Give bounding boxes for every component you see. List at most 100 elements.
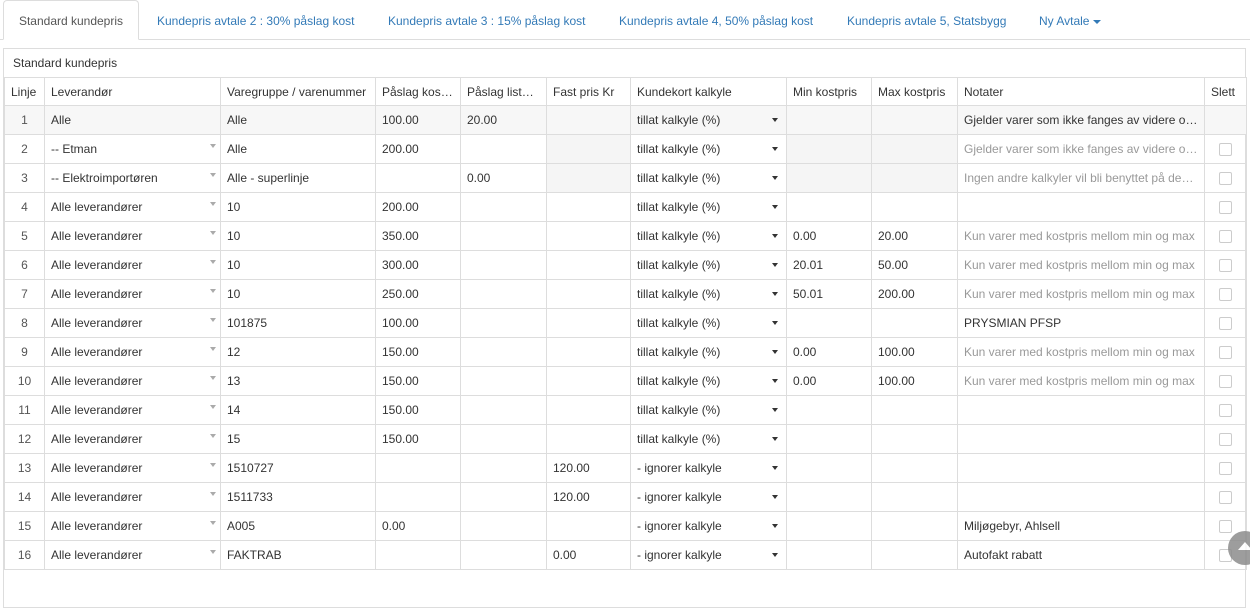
cell-kalkyle-select[interactable]: tillat kalkyle (%) bbox=[630, 308, 787, 338]
cell-max-kostpris-input[interactable] bbox=[871, 482, 958, 512]
cell-min-kostpris-input[interactable] bbox=[786, 105, 872, 135]
cell-notater-input[interactable]: Kun varer med kostpris mellom min og max bbox=[957, 250, 1205, 280]
cell-min-kostpris-input[interactable]: 20.01 bbox=[786, 250, 872, 280]
cell-notater-input[interactable]: Kun varer med kostpris mellom min og max bbox=[957, 221, 1205, 251]
cell-min-kostpris-input[interactable] bbox=[786, 482, 872, 512]
cell-min-kostpris-input[interactable] bbox=[786, 308, 872, 338]
cell-varegruppe-input[interactable]: 13 bbox=[220, 366, 376, 396]
cell-kalkyle-select[interactable]: - ignorer kalkyle bbox=[630, 540, 787, 570]
cell-varegruppe-input[interactable]: 1511733 bbox=[220, 482, 376, 512]
delete-checkbox[interactable] bbox=[1219, 462, 1232, 476]
cell-paslag-liste-input[interactable] bbox=[460, 279, 547, 309]
cell-min-kostpris-input[interactable] bbox=[786, 511, 872, 541]
cell-paslag-liste-input[interactable] bbox=[460, 250, 547, 280]
cell-paslag-liste-input[interactable] bbox=[460, 424, 547, 454]
cell-paslag-liste-input[interactable]: 0.00 bbox=[460, 163, 547, 193]
cell-paslag-kost-input[interactable] bbox=[375, 482, 461, 512]
cell-max-kostpris-input[interactable] bbox=[871, 453, 958, 483]
cell-max-kostpris-input[interactable] bbox=[871, 105, 958, 135]
delete-checkbox[interactable] bbox=[1219, 172, 1232, 186]
cell-min-kostpris-input[interactable] bbox=[786, 540, 872, 570]
cell-paslag-kost-input[interactable]: 250.00 bbox=[375, 279, 461, 309]
cell-leverandor-select[interactable]: Alle leverandører bbox=[44, 279, 221, 309]
cell-leverandor-select[interactable]: Alle leverandører bbox=[44, 453, 221, 483]
cell-max-kostpris-input[interactable]: 100.00 bbox=[871, 366, 958, 396]
cell-notater-input[interactable]: Kun varer med kostpris mellom min og max bbox=[957, 279, 1205, 309]
cell-max-kostpris-input[interactable] bbox=[871, 192, 958, 222]
cell-max-kostpris-input[interactable] bbox=[871, 163, 958, 193]
cell-fast-pris-input[interactable]: 120.00 bbox=[546, 482, 631, 512]
cell-kalkyle-select[interactable]: tillat kalkyle (%) bbox=[630, 105, 787, 135]
cell-kalkyle-select[interactable]: tillat kalkyle (%) bbox=[630, 221, 787, 251]
cell-varegruppe-input[interactable]: 10 bbox=[220, 221, 376, 251]
delete-checkbox[interactable] bbox=[1219, 520, 1232, 534]
cell-leverandor-select[interactable]: Alle leverandører bbox=[44, 511, 221, 541]
cell-varegruppe-input[interactable]: Alle bbox=[220, 105, 376, 135]
delete-checkbox[interactable] bbox=[1219, 201, 1232, 215]
cell-paslag-kost-input[interactable]: 150.00 bbox=[375, 395, 461, 425]
tab-kundepris-avtale-3[interactable]: Kundepris avtale 3 : 15% påslag kost bbox=[388, 0, 585, 40]
cell-paslag-liste-input[interactable] bbox=[460, 366, 547, 396]
cell-paslag-kost-input[interactable] bbox=[375, 540, 461, 570]
cell-fast-pris-input[interactable]: 0.00 bbox=[546, 540, 631, 570]
cell-paslag-kost-input[interactable] bbox=[375, 163, 461, 193]
cell-leverandor-select[interactable]: Alle leverandører bbox=[44, 482, 221, 512]
cell-fast-pris-input[interactable] bbox=[546, 221, 631, 251]
cell-kalkyle-select[interactable]: - ignorer kalkyle bbox=[630, 482, 787, 512]
cell-notater-input[interactable] bbox=[957, 453, 1205, 483]
cell-min-kostpris-input[interactable]: 0.00 bbox=[786, 366, 872, 396]
cell-paslag-liste-input[interactable] bbox=[460, 134, 547, 164]
tab-ny-avtale[interactable]: Ny Avtale bbox=[1039, 0, 1102, 40]
cell-fast-pris-input[interactable] bbox=[546, 250, 631, 280]
cell-fast-pris-input[interactable] bbox=[546, 308, 631, 338]
cell-min-kostpris-input[interactable] bbox=[786, 134, 872, 164]
cell-min-kostpris-input[interactable] bbox=[786, 453, 872, 483]
cell-notater-input[interactable] bbox=[957, 482, 1205, 512]
cell-kalkyle-select[interactable]: tillat kalkyle (%) bbox=[630, 134, 787, 164]
cell-max-kostpris-input[interactable]: 20.00 bbox=[871, 221, 958, 251]
cell-notater-input[interactable] bbox=[957, 192, 1205, 222]
cell-kalkyle-select[interactable]: tillat kalkyle (%) bbox=[630, 163, 787, 193]
cell-paslag-kost-input[interactable]: 200.00 bbox=[375, 192, 461, 222]
cell-max-kostpris-input[interactable] bbox=[871, 308, 958, 338]
cell-kalkyle-select[interactable]: tillat kalkyle (%) bbox=[630, 250, 787, 280]
cell-varegruppe-input[interactable]: 14 bbox=[220, 395, 376, 425]
cell-leverandor-select[interactable]: Alle leverandører bbox=[44, 192, 221, 222]
cell-leverandor-select[interactable]: Alle leverandører bbox=[44, 395, 221, 425]
cell-fast-pris-input[interactable] bbox=[546, 163, 631, 193]
cell-varegruppe-input[interactable]: Alle - superlinje bbox=[220, 163, 376, 193]
cell-paslag-kost-input[interactable]: 100.00 bbox=[375, 105, 461, 135]
cell-kalkyle-select[interactable]: - ignorer kalkyle bbox=[630, 453, 787, 483]
cell-varegruppe-input[interactable]: 10 bbox=[220, 192, 376, 222]
cell-varegruppe-input[interactable]: A005 bbox=[220, 511, 376, 541]
cell-varegruppe-input[interactable]: 10 bbox=[220, 279, 376, 309]
delete-checkbox[interactable] bbox=[1219, 404, 1232, 418]
delete-checkbox[interactable] bbox=[1219, 346, 1232, 360]
cell-paslag-kost-input[interactable] bbox=[375, 453, 461, 483]
cell-max-kostpris-input[interactable] bbox=[871, 540, 958, 570]
delete-checkbox[interactable] bbox=[1219, 259, 1232, 273]
cell-paslag-kost-input[interactable]: 0.00 bbox=[375, 511, 461, 541]
cell-fast-pris-input[interactable] bbox=[546, 366, 631, 396]
cell-varegruppe-input[interactable]: 10 bbox=[220, 250, 376, 280]
cell-fast-pris-input[interactable] bbox=[546, 134, 631, 164]
delete-checkbox[interactable] bbox=[1219, 491, 1232, 505]
cell-kalkyle-select[interactable]: - ignorer kalkyle bbox=[630, 511, 787, 541]
cell-paslag-liste-input[interactable] bbox=[460, 308, 547, 338]
cell-varegruppe-input[interactable]: 101875 bbox=[220, 308, 376, 338]
cell-paslag-liste-input[interactable]: 20.00 bbox=[460, 105, 547, 135]
tab-kundepris-avtale-5[interactable]: Kundepris avtale 5, Statsbygg bbox=[847, 0, 1006, 40]
cell-fast-pris-input[interactable]: 120.00 bbox=[546, 453, 631, 483]
tab-kundepris-avtale-2[interactable]: Kundepris avtale 2 : 30% påslag kost bbox=[157, 0, 354, 40]
cell-leverandor-select[interactable]: -- Etman bbox=[44, 134, 221, 164]
cell-paslag-liste-input[interactable] bbox=[460, 540, 547, 570]
delete-checkbox[interactable] bbox=[1219, 375, 1232, 389]
cell-leverandor-select[interactable]: Alle leverandører bbox=[44, 221, 221, 251]
cell-notater-input[interactable]: Kun varer med kostpris mellom min og max bbox=[957, 366, 1205, 396]
cell-paslag-liste-input[interactable] bbox=[460, 511, 547, 541]
cell-min-kostpris-input[interactable] bbox=[786, 192, 872, 222]
cell-leverandor-select[interactable]: Alle leverandører bbox=[44, 424, 221, 454]
cell-max-kostpris-input[interactable] bbox=[871, 395, 958, 425]
cell-paslag-liste-input[interactable] bbox=[460, 221, 547, 251]
cell-varegruppe-input[interactable]: 12 bbox=[220, 337, 376, 367]
